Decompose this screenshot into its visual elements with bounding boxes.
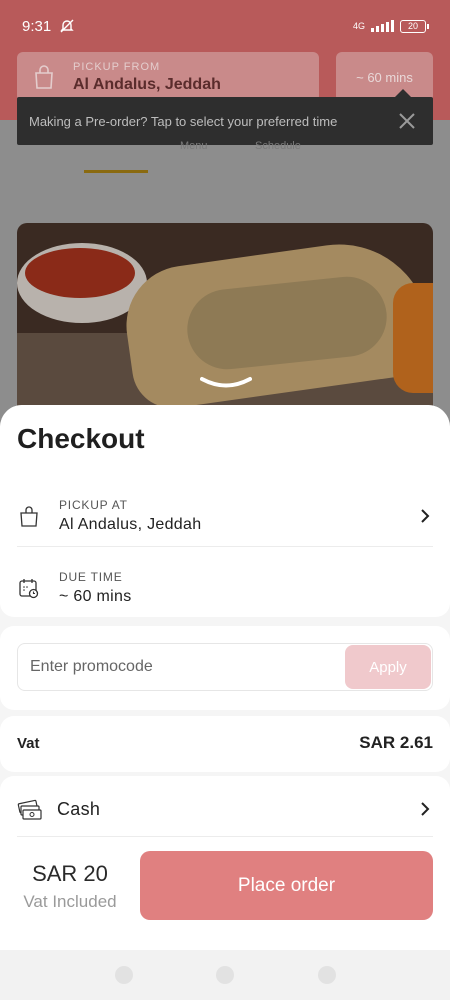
tooltip-text: Making a Pre-order? Tap to select your p…	[29, 113, 338, 129]
tab-menu[interactable]: Menu	[180, 140, 208, 152]
pickup-at-value: Al Andalus, Jeddah	[59, 516, 202, 533]
pickup-at-label: PICKUP AT	[59, 498, 128, 512]
checkout-title: Checkout	[17, 423, 145, 454]
status-time: 9:31	[22, 17, 52, 35]
promo-box: Apply	[17, 643, 433, 691]
chevron-right-icon	[421, 802, 430, 816]
payment-method-value: Cash	[57, 798, 101, 819]
vat-value: SAR 2.61	[359, 733, 433, 752]
promocode-input[interactable]	[18, 644, 344, 690]
food-image	[17, 223, 433, 423]
network-label: 4G	[352, 21, 365, 31]
total-amount: SAR 20	[32, 861, 108, 886]
signal-icon	[371, 20, 394, 32]
payment-method-row[interactable]: Cash	[17, 789, 433, 829]
place-order-button[interactable]: Place order	[140, 851, 433, 920]
shopping-bag-icon	[20, 506, 38, 527]
vat-label: Vat	[17, 735, 40, 752]
cash-icon	[17, 799, 42, 820]
time-selector[interactable]: ~ 60 mins	[336, 52, 433, 102]
tab-schedule[interactable]: Schedule	[255, 140, 301, 152]
checkout-details-card: Checkout PICKUP AT Al Andalus, Jeddah DU…	[0, 405, 450, 617]
due-time-label: DUE TIME	[59, 570, 123, 584]
pickup-location-selector[interactable]: PICKUP FROM Al Andalus, Jeddah	[17, 52, 319, 102]
active-tab-indicator	[84, 170, 148, 173]
shopping-bag-icon	[35, 65, 53, 89]
divider	[17, 836, 433, 837]
apply-button[interactable]: Apply	[345, 645, 431, 689]
due-time-row: DUE TIME ~ 60 mins	[17, 563, 433, 613]
mute-icon	[60, 19, 74, 33]
pickup-at-row[interactable]: PICKUP AT Al Andalus, Jeddah	[17, 491, 433, 541]
status-bar: 9:31 4G 20	[0, 0, 450, 52]
calendar-clock-icon	[19, 579, 39, 599]
total-note: Vat Included	[23, 892, 117, 911]
vat-card: Vat SAR 2.61	[0, 716, 450, 772]
preorder-tooltip[interactable]: Making a Pre-order? Tap to select your p…	[17, 89, 433, 145]
chevron-right-icon	[421, 509, 430, 523]
divider	[17, 546, 433, 547]
nav-back-icon[interactable]	[318, 966, 336, 984]
nav-home-icon[interactable]	[216, 966, 234, 984]
close-icon[interactable]	[395, 109, 419, 133]
chevron-down-icon[interactable]	[200, 376, 252, 392]
battery-icon: 20	[400, 19, 429, 33]
pickup-from-value: Al Andalus, Jeddah	[73, 75, 221, 93]
due-time-value: ~ 60 mins	[59, 588, 132, 605]
system-nav-bar	[0, 950, 450, 1000]
nav-recents-icon[interactable]	[115, 966, 133, 984]
promo-card: Apply	[0, 626, 450, 710]
time-estimate: ~ 60 mins	[356, 69, 413, 85]
checkout-sheet: Checkout PICKUP AT Al Andalus, Jeddah DU…	[0, 405, 450, 950]
pickup-from-label: PICKUP FROM	[73, 60, 161, 73]
battery-level: 20	[407, 21, 418, 31]
